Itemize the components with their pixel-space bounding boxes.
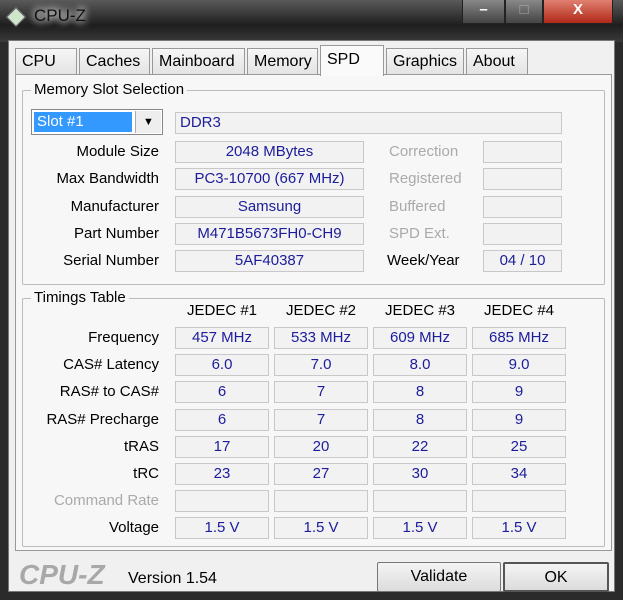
timing-value bbox=[175, 490, 269, 513]
tab-mainboard[interactable]: Mainboard bbox=[152, 48, 245, 75]
timing-value: 8 bbox=[373, 408, 467, 431]
group-legend: Timings Table bbox=[31, 289, 129, 306]
window-title: CPU-Z bbox=[34, 6, 86, 25]
cpu-z-logo: CPU-Z bbox=[19, 559, 105, 590]
minimize-button[interactable]: – bbox=[462, 0, 505, 24]
group-legend: Memory Slot Selection bbox=[31, 81, 188, 98]
field-label: Buffered bbox=[389, 197, 446, 215]
row-label: RAS# Precharge bbox=[46, 410, 159, 428]
client-area: CPU Caches Mainboard Memory SPD Graphics About… bbox=[8, 40, 615, 592]
row-label: tRAS bbox=[123, 437, 159, 455]
tab-graphics[interactable]: Graphics bbox=[386, 48, 464, 75]
field-label: Manufacturer bbox=[70, 197, 159, 215]
timing-value: 7.0 bbox=[274, 354, 368, 377]
timing-value: 609 MHz bbox=[373, 327, 467, 349]
timing-value: 22 bbox=[373, 435, 467, 458]
field-label: SPD Ext. bbox=[389, 224, 450, 242]
timing-value: 9 bbox=[472, 408, 566, 431]
timing-value: 1.5 V bbox=[373, 517, 467, 540]
row-label: CAS# Latency bbox=[63, 356, 159, 374]
timing-value: 457 MHz bbox=[175, 327, 269, 349]
tab-spd[interactable]: SPD bbox=[320, 45, 384, 76]
timing-value: 6 bbox=[175, 381, 269, 404]
timing-value: 20 bbox=[274, 435, 368, 458]
row-label: Command Rate bbox=[53, 492, 159, 510]
timing-value: 1.5 V bbox=[175, 517, 269, 540]
spd-panel: Memory Slot Selection Slot #1 ▼ DDR3 Mod… bbox=[15, 74, 612, 551]
timing-value: 7 bbox=[274, 381, 368, 404]
slot-selected-value: Slot #1 bbox=[34, 112, 132, 132]
close-button[interactable]: X bbox=[543, 0, 613, 24]
row-label: Frequency bbox=[88, 329, 159, 346]
field-label: Module Size bbox=[76, 143, 159, 160]
timings-table-group: Timings Table JEDEC #1 JEDEC #2 JEDEC #3 JE… bbox=[22, 289, 605, 547]
timing-value: 25 bbox=[472, 435, 566, 458]
field-label: Registered bbox=[389, 170, 462, 188]
field-value bbox=[483, 222, 562, 245]
version-label: Version 1.54 bbox=[128, 570, 217, 587]
field-value bbox=[483, 141, 562, 163]
column-header: JEDEC #4 bbox=[483, 302, 555, 319]
row-label: tRC bbox=[133, 465, 159, 482]
row-label: Voltage bbox=[108, 519, 159, 537]
slot-select[interactable]: Slot #1 ▼ bbox=[31, 109, 163, 135]
field-label: Serial Number bbox=[63, 252, 159, 270]
timing-value: 9 bbox=[472, 381, 566, 404]
maximize-button[interactable]: □ bbox=[505, 0, 543, 24]
field-value: 04 / 10 bbox=[483, 250, 562, 273]
timing-value: 27 bbox=[274, 463, 368, 485]
timing-value bbox=[274, 490, 368, 513]
timing-value: 1.5 V bbox=[472, 517, 566, 540]
timing-value: 6 bbox=[175, 408, 269, 431]
tab-memory[interactable]: Memory bbox=[247, 48, 318, 75]
column-header: JEDEC #1 bbox=[186, 302, 258, 319]
field-value bbox=[483, 168, 562, 191]
field-value: 5AF40387 bbox=[175, 250, 364, 273]
timing-value: 34 bbox=[472, 463, 566, 485]
field-label: Correction bbox=[389, 143, 459, 160]
column-header: JEDEC #2 bbox=[285, 302, 357, 319]
timing-value: 8.0 bbox=[373, 354, 467, 377]
tab-caches[interactable]: Caches bbox=[79, 48, 150, 75]
column-header: JEDEC #3 bbox=[384, 302, 456, 319]
field-label: Max Bandwidth bbox=[56, 170, 159, 188]
field-value: 2048 MBytes bbox=[175, 141, 364, 163]
memory-slot-selection-group: Memory Slot Selection Slot #1 ▼ DDR3 Mod… bbox=[22, 81, 605, 285]
timing-value: 533 MHz bbox=[274, 327, 368, 349]
tab-about[interactable]: About bbox=[466, 48, 528, 75]
tab-cpu[interactable]: CPU bbox=[15, 48, 77, 75]
memory-type-field: DDR3 bbox=[175, 112, 562, 134]
field-label: Part Number bbox=[73, 224, 159, 242]
field-value bbox=[483, 195, 562, 218]
timing-value: 9.0 bbox=[472, 354, 566, 377]
timing-value bbox=[472, 490, 566, 513]
field-value: M471B5673FH0-CH9 bbox=[175, 222, 364, 245]
timing-value bbox=[373, 490, 467, 513]
row-label: RAS# to CAS# bbox=[59, 383, 159, 401]
timing-value: 7 bbox=[274, 408, 368, 431]
timing-value: 685 MHz bbox=[472, 327, 566, 349]
title-bar: CPU-Z – □ X bbox=[0, 0, 623, 42]
timing-value: 6.0 bbox=[175, 354, 269, 377]
validate-button[interactable]: Validate bbox=[377, 562, 501, 592]
chevron-down-icon[interactable]: ▼ bbox=[135, 111, 161, 133]
field-label: Week/Year bbox=[387, 252, 460, 270]
timing-value: 17 bbox=[175, 435, 269, 458]
field-value: Samsung bbox=[175, 195, 364, 218]
timing-value: 23 bbox=[175, 463, 269, 485]
timing-value: 30 bbox=[373, 463, 467, 485]
timing-value: 8 bbox=[373, 381, 467, 404]
app-icon bbox=[6, 7, 26, 27]
timing-value: 1.5 V bbox=[274, 517, 368, 540]
ok-button[interactable]: OK bbox=[503, 562, 609, 592]
field-value: PC3-10700 (667 MHz) bbox=[175, 168, 364, 191]
